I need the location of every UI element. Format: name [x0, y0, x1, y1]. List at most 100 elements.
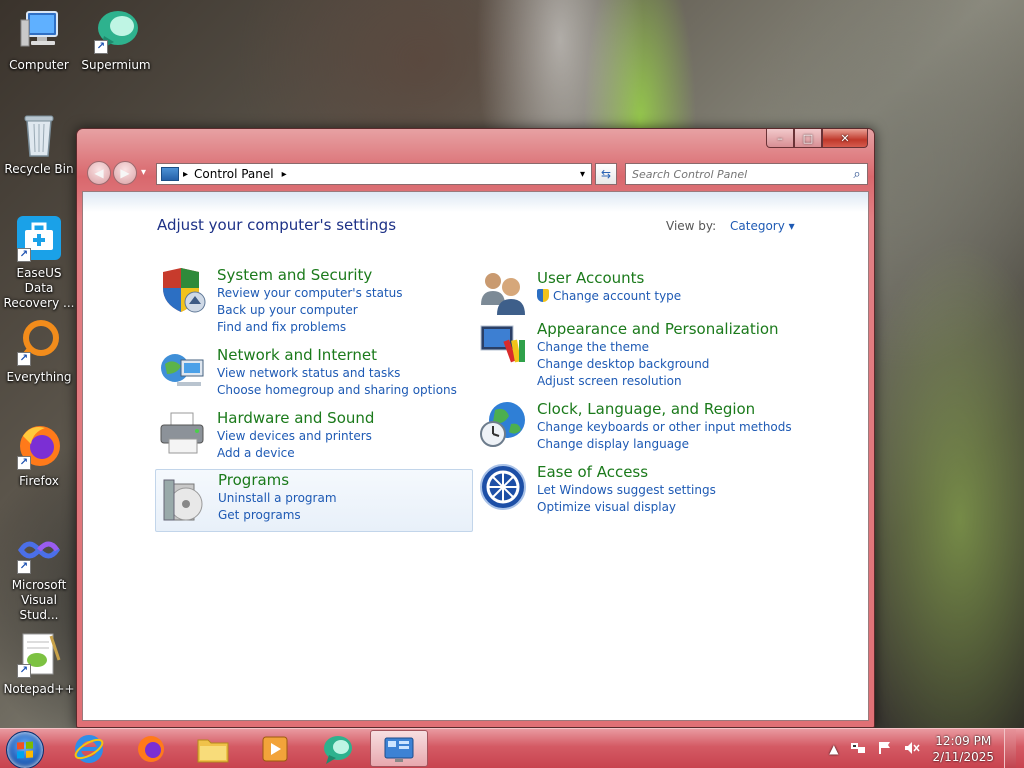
globe-clock-icon	[479, 400, 527, 448]
chevron-down-icon: ▾	[788, 219, 795, 233]
supermium-icon	[324, 735, 352, 764]
desktop-icon-firefox[interactable]: ↗ Firefox	[1, 422, 77, 489]
ease-of-access-icon	[479, 463, 527, 511]
view-by: View by: Category ▾	[666, 219, 795, 233]
close-button[interactable]: ✕	[822, 129, 868, 148]
shortcut-arrow-icon: ↗	[17, 248, 31, 262]
category-title[interactable]: Programs	[218, 471, 337, 490]
link-view-devices[interactable]: View devices and printers	[217, 428, 374, 445]
control-panel-window: – □ ✕ ◀ ▶ ▾ ▸ Control Panel ▸ ▾ ⇆ ⌕ Adju…	[76, 128, 875, 728]
supermium-icon: ↗	[92, 6, 140, 54]
breadcrumb-control-panel[interactable]: Control Panel	[194, 167, 274, 181]
recent-pages-dropdown[interactable]: ▾	[141, 167, 146, 178]
back-button[interactable]: ◀	[87, 161, 111, 185]
recycle-bin-icon	[15, 110, 63, 158]
desktop-icon-label: Computer	[9, 58, 69, 72]
desktop-icon-visual-studio[interactable]: ↗ Microsoft Visual Stud...	[1, 526, 77, 623]
folder-icon	[197, 739, 229, 762]
link-display-language[interactable]: Change display language	[537, 436, 792, 453]
category-user-accounts: User Accounts Change account type	[475, 269, 793, 317]
link-desktop-background[interactable]: Change desktop background	[537, 356, 779, 373]
category-title[interactable]: User Accounts	[537, 269, 681, 288]
easeus-icon: ↗	[15, 214, 63, 262]
control-panel-icon	[161, 167, 179, 181]
action-center-flag-icon[interactable]	[878, 741, 892, 758]
address-bar[interactable]: ▸ Control Panel ▸ ▾	[156, 163, 592, 185]
desktop-icon-label: EaseUS Data Recovery ...	[3, 266, 75, 310]
category-title[interactable]: Ease of Access	[537, 463, 716, 482]
taskbar-firefox[interactable]	[122, 730, 180, 767]
notepadpp-icon: ↗	[15, 630, 63, 678]
category-title[interactable]: Appearance and Personalization	[537, 320, 779, 339]
link-homegroup[interactable]: Choose homegroup and sharing options	[217, 382, 457, 399]
clock[interactable]: 12:09 PM 2/11/2025	[932, 733, 994, 765]
breadcrumb-separator[interactable]: ▸	[282, 169, 287, 180]
taskbar-control-panel[interactable]	[370, 730, 428, 767]
category-appearance: Appearance and Personalization Change th…	[475, 320, 793, 388]
desktop-icon-easeus[interactable]: ↗ EaseUS Data Recovery ...	[1, 214, 77, 311]
desktop-icon-everything[interactable]: ↗ Everything	[1, 318, 77, 385]
desktop-icon-notepadpp[interactable]: ↗ Notepad++	[1, 630, 77, 697]
content-header-gradient	[83, 192, 868, 212]
category-title[interactable]: Network and Internet	[217, 346, 457, 365]
forward-button[interactable]: ▶	[113, 161, 137, 185]
desktop-icon-label: Microsoft Visual Stud...	[11, 578, 67, 622]
link-optimize-display[interactable]: Optimize visual display	[537, 499, 716, 516]
printer-icon	[159, 409, 207, 457]
shield-icon	[159, 266, 207, 314]
link-uninstall[interactable]: Uninstall a program	[218, 490, 337, 507]
link-change-account-type[interactable]: Change account type	[537, 288, 681, 305]
shortcut-arrow-icon: ↗	[94, 40, 108, 54]
link-network-status[interactable]: View network status and tasks	[217, 365, 457, 382]
clock-time: 12:09 PM	[935, 734, 992, 748]
everything-search-icon: ↗	[15, 318, 63, 366]
view-by-label: View by:	[666, 219, 717, 233]
link-change-keyboards[interactable]: Change keyboards or other input methods	[537, 419, 792, 436]
users-icon	[479, 269, 527, 317]
network-icon	[159, 346, 207, 394]
taskbar-media-player[interactable]	[246, 730, 304, 767]
search-input[interactable]	[626, 167, 847, 181]
link-suggest-settings[interactable]: Let Windows suggest settings	[537, 482, 716, 499]
desktop-icon-recycle-bin[interactable]: Recycle Bin	[1, 110, 77, 177]
category-ease-of-access: Ease of Access Let Windows suggest setti…	[475, 463, 793, 514]
page-title: Adjust your computer's settings	[157, 216, 397, 234]
link-review-status[interactable]: Review your computer's status	[217, 285, 403, 302]
desktop-icon-supermium[interactable]: ↗ Supermium	[78, 6, 154, 73]
minimize-button[interactable]: –	[766, 129, 794, 148]
link-find-fix[interactable]: Find and fix problems	[217, 319, 403, 336]
link-back-up[interactable]: Back up your computer	[217, 302, 403, 319]
category-system-security: System and Security Review your computer…	[155, 266, 473, 334]
desktop-icon-computer[interactable]: Computer	[1, 6, 77, 73]
link-add-device[interactable]: Add a device	[217, 445, 374, 462]
category-title[interactable]: System and Security	[217, 266, 403, 285]
taskbar-internet-explorer[interactable]	[60, 730, 118, 767]
taskbar-file-explorer[interactable]	[184, 730, 242, 767]
computer-icon	[15, 6, 63, 54]
category-title[interactable]: Hardware and Sound	[217, 409, 374, 428]
navigation-bar: ◀ ▶ ▾ ▸ Control Panel ▸ ▾ ⇆ ⌕	[85, 161, 868, 185]
show-hidden-icons-chevron[interactable]: ▲	[829, 742, 838, 756]
category-title[interactable]: Clock, Language, and Region	[537, 400, 792, 419]
programs-icon	[160, 476, 208, 524]
search-icon[interactable]: ⌕	[847, 167, 867, 182]
media-player-icon	[262, 736, 288, 761]
address-dropdown-icon[interactable]: ▾	[580, 169, 585, 180]
maximize-button[interactable]: □	[794, 129, 822, 148]
taskbar-supermium[interactable]	[308, 730, 366, 767]
refresh-button[interactable]: ⇆	[595, 163, 617, 185]
search-box[interactable]: ⌕	[625, 163, 868, 185]
volume-muted-icon[interactable]	[904, 741, 921, 758]
link-screen-resolution[interactable]: Adjust screen resolution	[537, 373, 779, 390]
link-get-programs[interactable]: Get programs	[218, 507, 337, 524]
clock-date: 2/11/2025	[932, 750, 994, 764]
network-status-icon[interactable]	[850, 741, 866, 758]
shortcut-arrow-icon: ↗	[17, 352, 31, 366]
link-change-theme[interactable]: Change the theme	[537, 339, 779, 356]
show-desktop-button[interactable]	[1004, 729, 1016, 768]
category-network-internet: Network and Internet View network status…	[155, 346, 473, 397]
start-button[interactable]	[6, 731, 44, 768]
view-by-dropdown[interactable]: Category ▾	[730, 219, 795, 233]
firefox-icon: ↗	[15, 422, 63, 470]
category-programs[interactable]: Programs Uninstall a program Get program…	[155, 469, 473, 532]
